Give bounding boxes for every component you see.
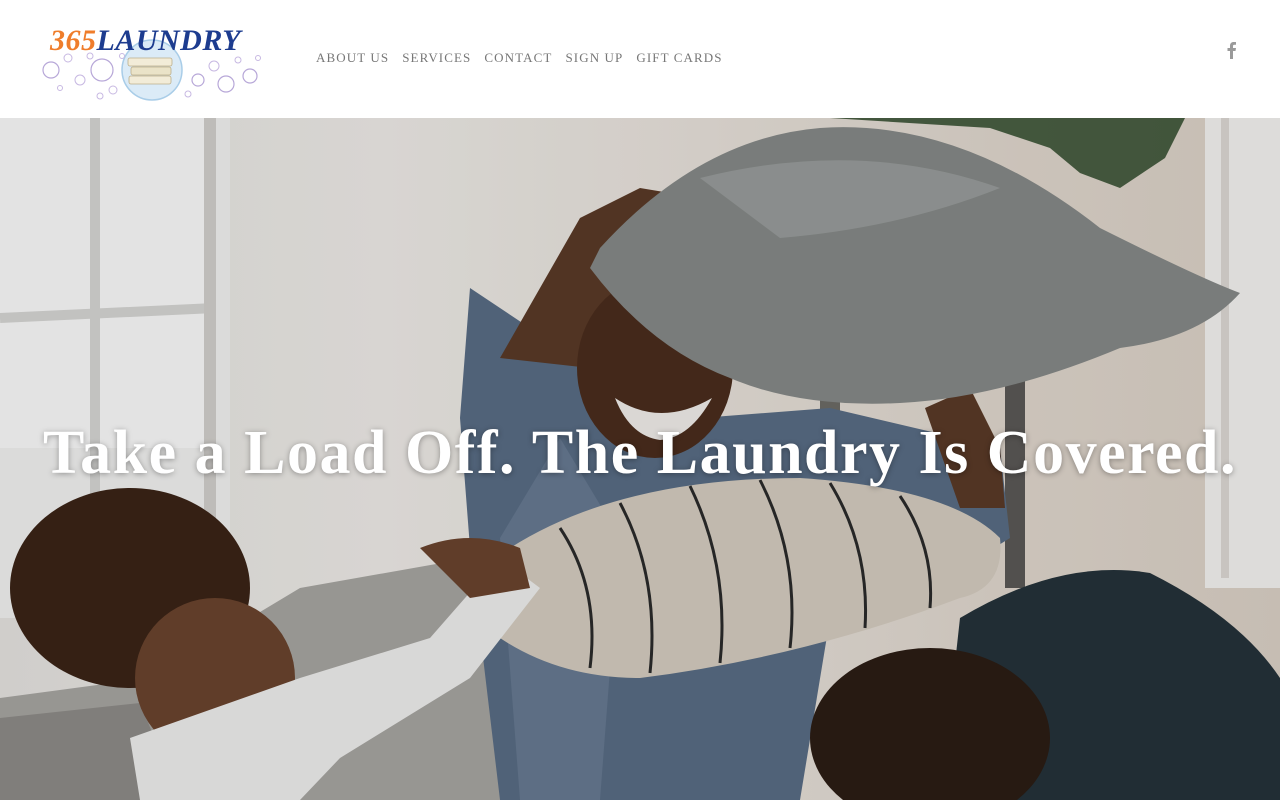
- hero-banner: Take a Load Off. The Laundry Is Covered.: [0, 118, 1280, 800]
- nav-item-about-us[interactable]: ABOUT US: [316, 50, 389, 66]
- site-logo[interactable]: 365LAUNDRY: [38, 12, 264, 104]
- logo-word: LAUNDRY: [96, 24, 242, 57]
- site-header: 365LAUNDRY ABOUT US SERVICES CONTACT SIG…: [0, 0, 1280, 118]
- main-nav: ABOUT US SERVICES CONTACT SIGN UP GIFT C…: [316, 50, 723, 66]
- nav-item-services[interactable]: SERVICES: [402, 50, 471, 66]
- nav-item-gift-cards[interactable]: GIFT CARDS: [636, 50, 722, 66]
- nav-item-contact[interactable]: CONTACT: [484, 50, 552, 66]
- facebook-link[interactable]: [1224, 40, 1238, 60]
- hero-headline: Take a Load Off. The Laundry Is Covered.: [42, 419, 1237, 487]
- facebook-icon: [1227, 42, 1236, 59]
- nav-item-sign-up[interactable]: SIGN UP: [565, 50, 623, 66]
- logo-wordmark: 365LAUNDRY: [50, 24, 241, 58]
- logo-number: 365: [50, 24, 97, 57]
